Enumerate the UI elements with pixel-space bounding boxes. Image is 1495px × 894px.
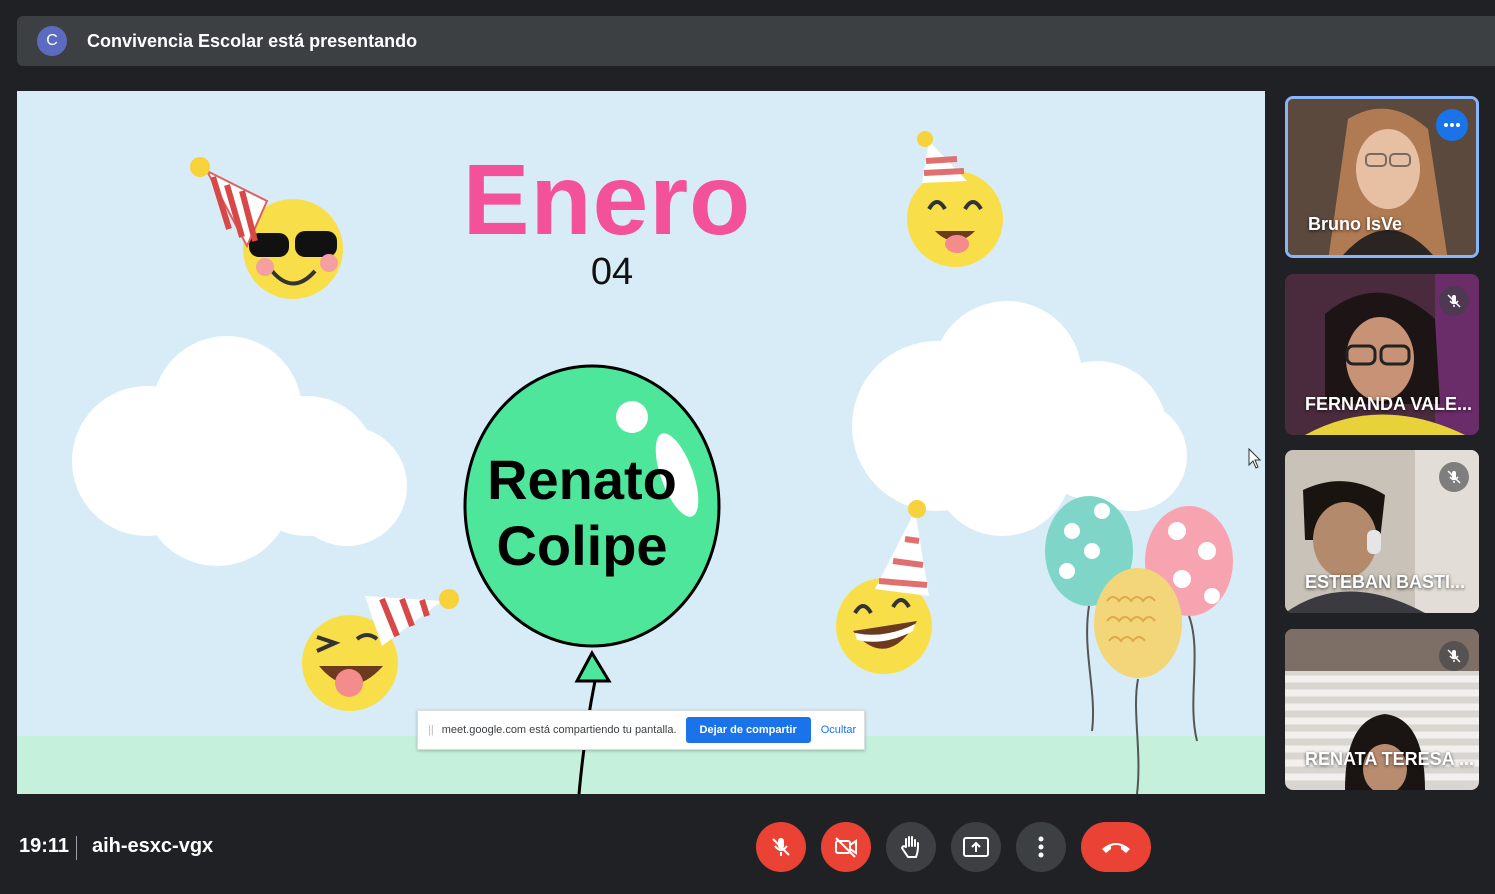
slide-day: 04 [590, 251, 634, 293]
drag-handle-icon[interactable]: || [428, 724, 434, 736]
end-call-button[interactable] [1081, 822, 1151, 872]
presenting-banner: C Convivencia Escolar está presentando [17, 16, 1495, 66]
participant-name: ESTEBAN BASTI... [1305, 572, 1466, 592]
camera-toggle-button[interactable] [821, 822, 871, 872]
shared-screen: Enero 04 Renato Colipe || meet.google.co… [17, 91, 1265, 794]
end-call-icon [1102, 843, 1130, 853]
more-dots-icon [1444, 123, 1460, 127]
mic-off-icon [1447, 649, 1461, 663]
participant-tile[interactable]: Bruno IsVe [1285, 96, 1479, 258]
stop-sharing-button[interactable]: Dejar de compartir [685, 717, 811, 743]
meeting-time: 19:11 [19, 835, 70, 857]
slide-name-last: Colipe [496, 514, 668, 577]
participant-name: FERNANDA VALE... [1305, 394, 1473, 414]
screen-share-notification: || meet.google.com está compartiendo tu … [417, 710, 865, 750]
presenting-text: Convivencia Escolar está presentando [87, 30, 418, 51]
participant-name: Bruno IsVe [1308, 214, 1403, 234]
muted-indicator [1439, 286, 1469, 316]
more-options-button[interactable] [1016, 822, 1066, 872]
hide-notification-link[interactable]: Ocultar [821, 724, 856, 736]
meeting-code[interactable]: aih-esxc-vgx [92, 835, 213, 858]
more-options-button[interactable] [1436, 109, 1468, 141]
mic-off-icon [1447, 470, 1461, 484]
participant-tile[interactable]: ESTEBAN BASTI... [1285, 450, 1479, 613]
muted-indicator [1439, 641, 1469, 671]
share-notification-text: meet.google.com está compartiendo tu pan… [441, 724, 677, 736]
participant-name: RENATA TERESA ... [1305, 749, 1475, 769]
muted-indicator [1439, 462, 1469, 492]
slide-name-first: Renato [487, 448, 677, 511]
presenter-avatar: C [37, 26, 67, 56]
microphone-toggle-button[interactable] [756, 822, 806, 872]
camera-off-icon [835, 837, 857, 858]
raise-hand-icon [900, 836, 919, 858]
present-screen-button[interactable] [951, 822, 1001, 872]
mic-off-icon [772, 838, 790, 856]
slide-month: Enero [462, 144, 752, 256]
mic-off-icon [1447, 294, 1461, 308]
slide-birthday-name: Renato Colipe [457, 447, 707, 579]
participant-tile[interactable]: RENATA TERESA ... [1285, 629, 1479, 790]
present-screen-icon [963, 837, 989, 857]
participant-tile[interactable]: FERNANDA VALE... [1285, 274, 1479, 435]
divider [76, 836, 77, 860]
raise-hand-button[interactable] [886, 822, 936, 872]
more-options-icon [1038, 836, 1044, 858]
